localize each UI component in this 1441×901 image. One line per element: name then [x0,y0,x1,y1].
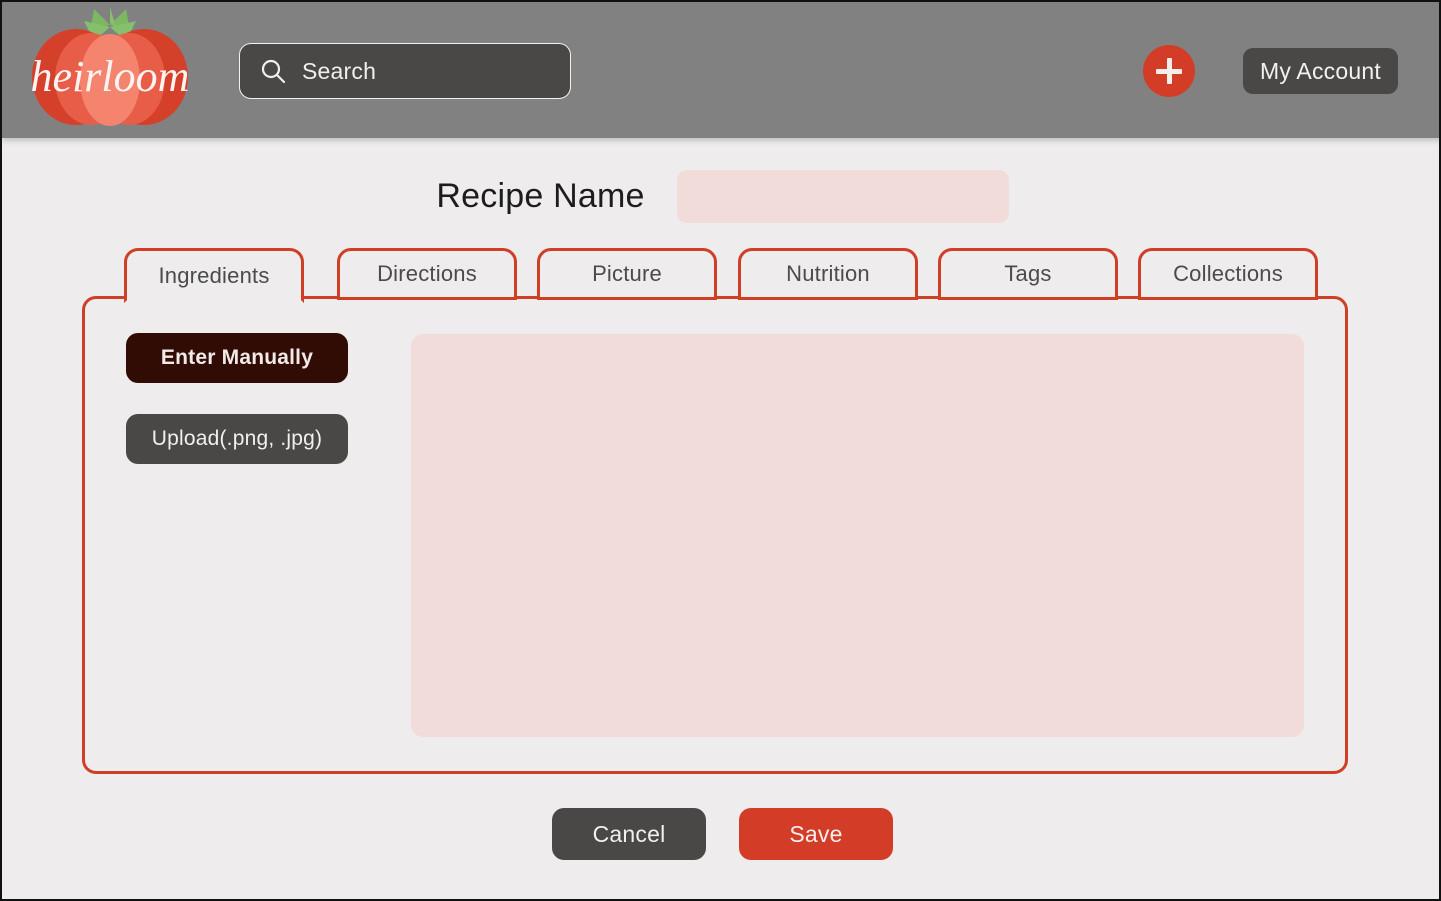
upload-extensions-label: (.png, .jpg) [219,427,323,450]
tab-label: Tags [1004,261,1052,286]
tab-picture[interactable]: Picture [537,248,717,300]
ingredients-textarea[interactable] [411,334,1304,737]
tab-nutrition[interactable]: Nutrition [738,248,918,300]
ingredients-panel: Enter Manually Upload (.png, .jpg) [82,296,1348,774]
active-tab-connector [130,294,298,301]
upload-button[interactable]: Upload (.png, .jpg) [126,414,348,464]
tab-label: Ingredients [158,262,270,288]
search-placeholder: Search [302,57,377,84]
tab-collections[interactable]: Collections [1138,248,1318,300]
logo-wordmark: heirloom [31,52,190,101]
tab-directions[interactable]: Directions [337,248,517,300]
ingredient-input-mode-group: Enter Manually Upload (.png, .jpg) [126,333,348,464]
tab-label: Directions [377,261,477,286]
upload-label: Upload [151,427,220,450]
recipe-name-input[interactable] [676,169,1009,223]
enter-manually-button[interactable]: Enter Manually [126,333,348,383]
tab-label: Picture [592,261,662,286]
form-tabs: Ingredients Directions Picture Nutrition… [124,248,1318,303]
form-actions: Cancel Save [2,808,1439,860]
tab-label: Nutrition [786,261,870,286]
heirloom-logo[interactable]: heirloom [24,7,196,132]
save-button[interactable]: Save [739,808,893,860]
search-input[interactable]: Search [239,43,571,99]
cancel-button[interactable]: Cancel [552,808,706,860]
app-header: heirloom Search My Account [2,2,1439,138]
tab-label: Collections [1173,261,1283,286]
add-recipe-button[interactable] [1143,45,1195,97]
recipe-name-label: Recipe Name [436,176,645,215]
app-window: heirloom Search My Account Recipe Name I… [0,0,1441,901]
search-icon [260,58,286,84]
my-account-button[interactable]: My Account [1243,48,1398,94]
recipe-name-row: Recipe Name [2,168,1439,224]
tab-tags[interactable]: Tags [938,248,1118,300]
enter-manually-label: Enter Manually [160,346,314,369]
